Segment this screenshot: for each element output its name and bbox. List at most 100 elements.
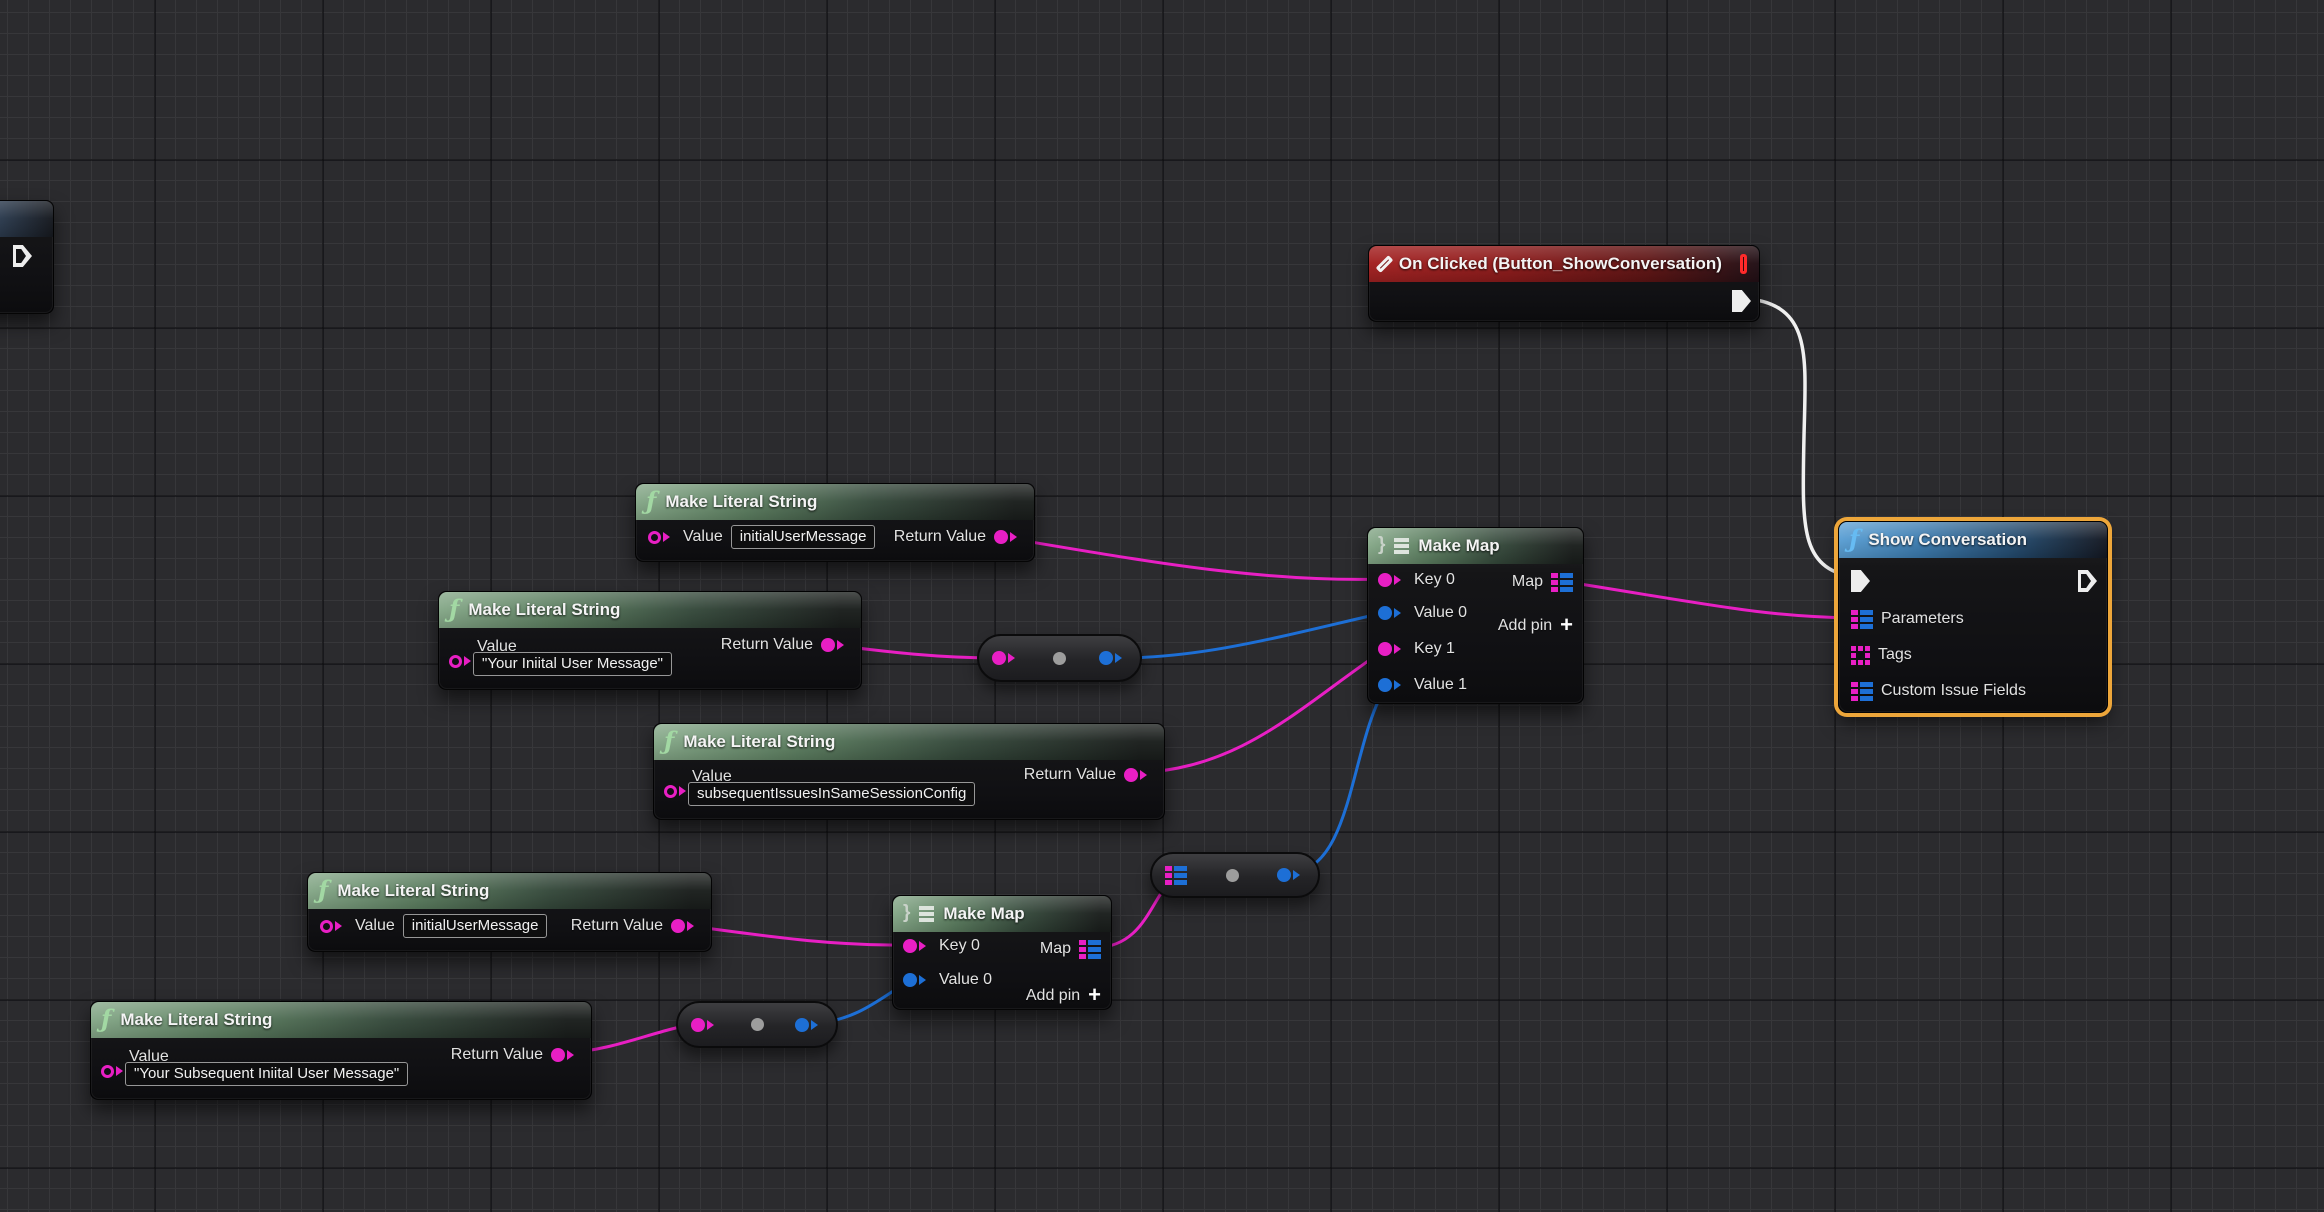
- value-pin-row: [101, 1058, 128, 1084]
- convert-dot-icon: [1226, 869, 1239, 882]
- map-pin-icon[interactable]: [1079, 940, 1101, 959]
- exec-in-pin[interactable]: [1851, 570, 1870, 592]
- value-input[interactable]: initialUserMessage: [731, 525, 876, 549]
- return-value-pin[interactable]: [671, 919, 699, 933]
- node-make-literal-string-5[interactable]: ƒ Make Literal String Value "Your Subseq…: [90, 1001, 592, 1100]
- parameters-row: Parameters: [1851, 606, 1964, 632]
- node-header: ƒ Make Literal String: [439, 592, 861, 628]
- convert-dot-icon: [751, 1018, 764, 1031]
- node-make-literal-string-2[interactable]: ƒ Make Literal String Value "Your Iniita…: [438, 591, 862, 690]
- tags-label: Tags: [1878, 646, 1912, 664]
- wire-map-makemap1-to-showconversation-parameters[interactable]: [1561, 581, 1856, 618]
- value-pin-row: [449, 648, 476, 674]
- value0-label: Value 0: [1414, 604, 1467, 622]
- value0-pin[interactable]: [1378, 606, 1406, 620]
- return-row: Return Value: [451, 1042, 579, 1068]
- value1-label: Value 1: [1414, 676, 1467, 694]
- add-pin-button[interactable]: +: [1088, 984, 1101, 1006]
- node-make-map-1[interactable]: } Make Map Key 0 Value 0 Key 1 Value 1 M…: [1367, 527, 1584, 704]
- event-diamond-icon: [1376, 255, 1394, 273]
- wire-string-mls1-to-makemap1-key0[interactable]: [1007, 538, 1387, 579]
- tags-row: Tags: [1851, 642, 1912, 668]
- custom-issue-fields-row: Custom Issue Fields: [1851, 678, 2026, 704]
- value-input[interactable]: "Your Iniital User Message": [473, 652, 672, 676]
- add-pin-label: Add pin: [1026, 987, 1080, 1005]
- return-value-label: Return Value: [451, 1046, 543, 1064]
- convert-out-pin[interactable]: [1277, 868, 1305, 882]
- value-pin[interactable]: [320, 920, 347, 933]
- return-value-pin[interactable]: [1124, 768, 1152, 782]
- node-title: Make Map: [1418, 536, 1499, 556]
- value-input[interactable]: subsequentIssuesInSameSessionConfig: [688, 782, 975, 806]
- custom-issue-fields-map-pin-icon[interactable]: [1851, 682, 1873, 701]
- value-pin[interactable]: [101, 1065, 128, 1078]
- convert-in-pin[interactable]: [691, 1018, 719, 1032]
- exec-out-pin[interactable]: [13, 245, 32, 267]
- value-pin[interactable]: [648, 531, 675, 544]
- node-show-conversation[interactable]: ƒ Show Conversation Parameters Tags Cust…: [1838, 521, 2108, 713]
- node-event-on-clicked[interactable]: On Clicked (Button_ShowConversation): [1368, 245, 1760, 322]
- exec-out-pin[interactable]: [2078, 570, 2097, 592]
- node-make-literal-string-1[interactable]: ƒ Make Literal String Value initialUserM…: [635, 483, 1035, 562]
- tags-set-pin-icon[interactable]: [1851, 646, 1870, 665]
- partial-node-header: [0, 201, 53, 237]
- convert-node-3[interactable]: [676, 1001, 838, 1048]
- value0-row: Value 0: [1378, 600, 1467, 626]
- add-pin-row: Add pin +: [1498, 613, 1573, 639]
- blueprint-graph-canvas[interactable]: On Clicked (Button_ShowConversation) ƒ M…: [0, 0, 2324, 1212]
- partial-node[interactable]: [0, 200, 54, 314]
- wire-object-convert1-to-makemap1-value0[interactable]: [1118, 612, 1387, 658]
- node-title: On Clicked (Button_ShowConversation): [1399, 254, 1722, 274]
- node-make-literal-string-3[interactable]: ƒ Make Literal String Value subsequentIs…: [653, 723, 1165, 820]
- convert-in-pin[interactable]: [992, 651, 1020, 665]
- map-out-label: Map: [1512, 573, 1543, 591]
- return-value-pin[interactable]: [821, 638, 849, 652]
- map-out-label: Map: [1040, 940, 1071, 958]
- make-map-list-icon: [1394, 538, 1409, 554]
- return-value-pin[interactable]: [994, 530, 1022, 544]
- value1-pin[interactable]: [1378, 678, 1406, 692]
- map-pin-icon[interactable]: [1551, 573, 1573, 592]
- convert-out-pin[interactable]: [795, 1018, 823, 1032]
- wire-string-mls3-to-makemap1-key1[interactable]: [1131, 648, 1387, 773]
- return-row: Return Value: [571, 913, 699, 939]
- value0-pin[interactable]: [903, 973, 931, 987]
- exec-out-pin[interactable]: [1732, 290, 1751, 312]
- return-row: Return Value: [721, 632, 849, 658]
- convert-node-1[interactable]: [977, 634, 1142, 682]
- delegate-pin-icon[interactable]: [1740, 254, 1747, 274]
- key1-pin[interactable]: [1378, 642, 1406, 656]
- parameters-map-pin-icon[interactable]: [1851, 610, 1873, 629]
- map-out-row: Map: [1040, 936, 1101, 962]
- node-title: Make Literal String: [665, 492, 817, 512]
- value-pin[interactable]: [664, 785, 691, 798]
- return-value-pin[interactable]: [551, 1048, 579, 1062]
- value-input[interactable]: "Your Subsequent Iniital User Message": [125, 1062, 408, 1086]
- wire-string-mls4-to-makemap2-key0[interactable]: [683, 925, 912, 945]
- key1-row: Key 1: [1378, 636, 1455, 662]
- node-make-map-2[interactable]: } Make Map Key 0 Value 0 Map Add pin +: [892, 895, 1112, 1010]
- value-pin[interactable]: [449, 655, 476, 668]
- key0-pin[interactable]: [903, 939, 931, 953]
- convert-out-pin[interactable]: [1099, 651, 1127, 665]
- convert-node-2[interactable]: [1150, 852, 1320, 898]
- value-pin-row: [664, 778, 691, 804]
- function-icon: ƒ: [449, 597, 459, 621]
- wire-object-convert2-to-makemap1-value1[interactable]: [1292, 685, 1387, 873]
- return-value-label: Return Value: [721, 636, 813, 654]
- add-pin-button[interactable]: +: [1560, 614, 1573, 636]
- key0-row: Key 0: [1378, 567, 1455, 593]
- value-row: Value initialUserMessage: [648, 524, 875, 550]
- node-make-literal-string-4[interactable]: ƒ Make Literal String Value initialUserM…: [307, 872, 712, 952]
- key0-pin[interactable]: [1378, 573, 1406, 587]
- value-label: Value: [683, 528, 723, 546]
- node-title: Make Literal String: [468, 600, 620, 620]
- node-title: Show Conversation: [1868, 530, 2027, 550]
- return-row: Return Value: [894, 524, 1022, 550]
- convert-in-map-pin-icon[interactable]: [1165, 866, 1187, 885]
- make-map-icon: }: [1378, 534, 1385, 556]
- node-title: Make Map: [943, 904, 1024, 924]
- value-input[interactable]: initialUserMessage: [403, 914, 548, 938]
- add-pin-row: Add pin +: [1026, 983, 1101, 1009]
- return-row: Return Value: [1024, 762, 1152, 788]
